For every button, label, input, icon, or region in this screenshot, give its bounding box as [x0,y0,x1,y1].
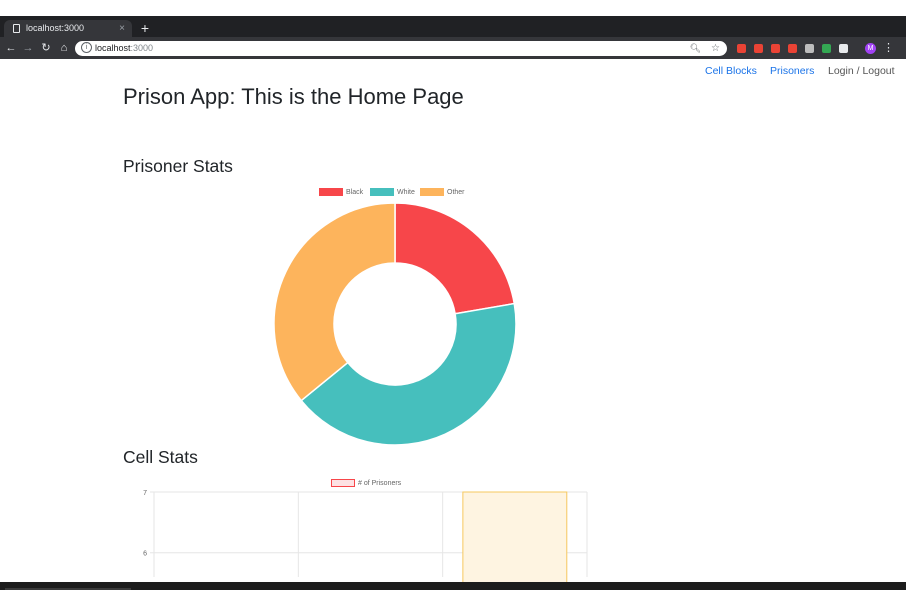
legend-label-white[interactable]: White [397,188,415,197]
url-port: :3000 [130,43,154,53]
zoom-icon[interactable]: 🔍︎ [690,41,701,56]
browser-menu-icon[interactable]: ⋮ [883,40,894,56]
extension-icon[interactable] [788,44,797,53]
forward-button[interactable]: → [21,40,35,56]
legend-swatch [331,479,355,487]
legend-label-other[interactable]: Other [447,188,465,197]
extension-icon[interactable] [822,44,831,53]
tab-bar [0,16,906,37]
nav-cell-blocks[interactable]: Cell Blocks [705,65,757,77]
legend-label-prisoners[interactable]: # of Prisoners [358,479,401,488]
legend-swatch [370,188,394,196]
address-bar[interactable]: i localhost:3000 🔍︎ ☆ [75,41,727,56]
y-tick-label: 7 [143,490,147,497]
legend-swatch [319,188,343,196]
nav-login-logout[interactable]: Login / Logout [828,65,895,77]
tab-close-icon[interactable]: × [119,20,125,37]
os-taskbar [0,582,906,590]
donut-slice-white [300,302,517,446]
back-button[interactable]: ← [4,40,18,56]
cell-stats-heading: Cell Stats [123,447,198,467]
donut-slice-other [273,202,396,402]
url-host: localhost [95,43,131,53]
desktop-strip [0,0,906,16]
legend-swatch [420,188,444,196]
tab-title: localhost:3000 [26,23,85,33]
extension-icon[interactable] [737,44,746,53]
nav-prisoners[interactable]: Prisoners [770,65,814,77]
profile-avatar[interactable]: M [865,43,876,54]
extension-icon[interactable] [771,44,780,53]
page-icon [13,24,20,33]
new-tab-button[interactable]: + [137,20,153,36]
browser-tab[interactable]: localhost:3000 × [4,20,132,37]
home-button[interactable]: ⌂ [57,40,71,56]
extension-icon[interactable] [754,44,763,53]
bar [462,491,568,586]
page-title: Prison App: This is the Home Page [123,84,464,109]
donut-slice-black [394,202,516,315]
star-icon[interactable]: ☆ [711,41,720,56]
extension-icon[interactable] [805,44,814,53]
extension-icon[interactable] [839,44,848,53]
url-text: localhost:3000 [95,41,153,56]
reload-button[interactable]: ↻ [39,40,53,56]
y-tick-label: 6 [143,551,147,558]
legend-label-black[interactable]: Black [346,188,363,197]
site-info-icon[interactable]: i [81,42,92,53]
prisoner-stats-heading: Prisoner Stats [123,156,233,176]
